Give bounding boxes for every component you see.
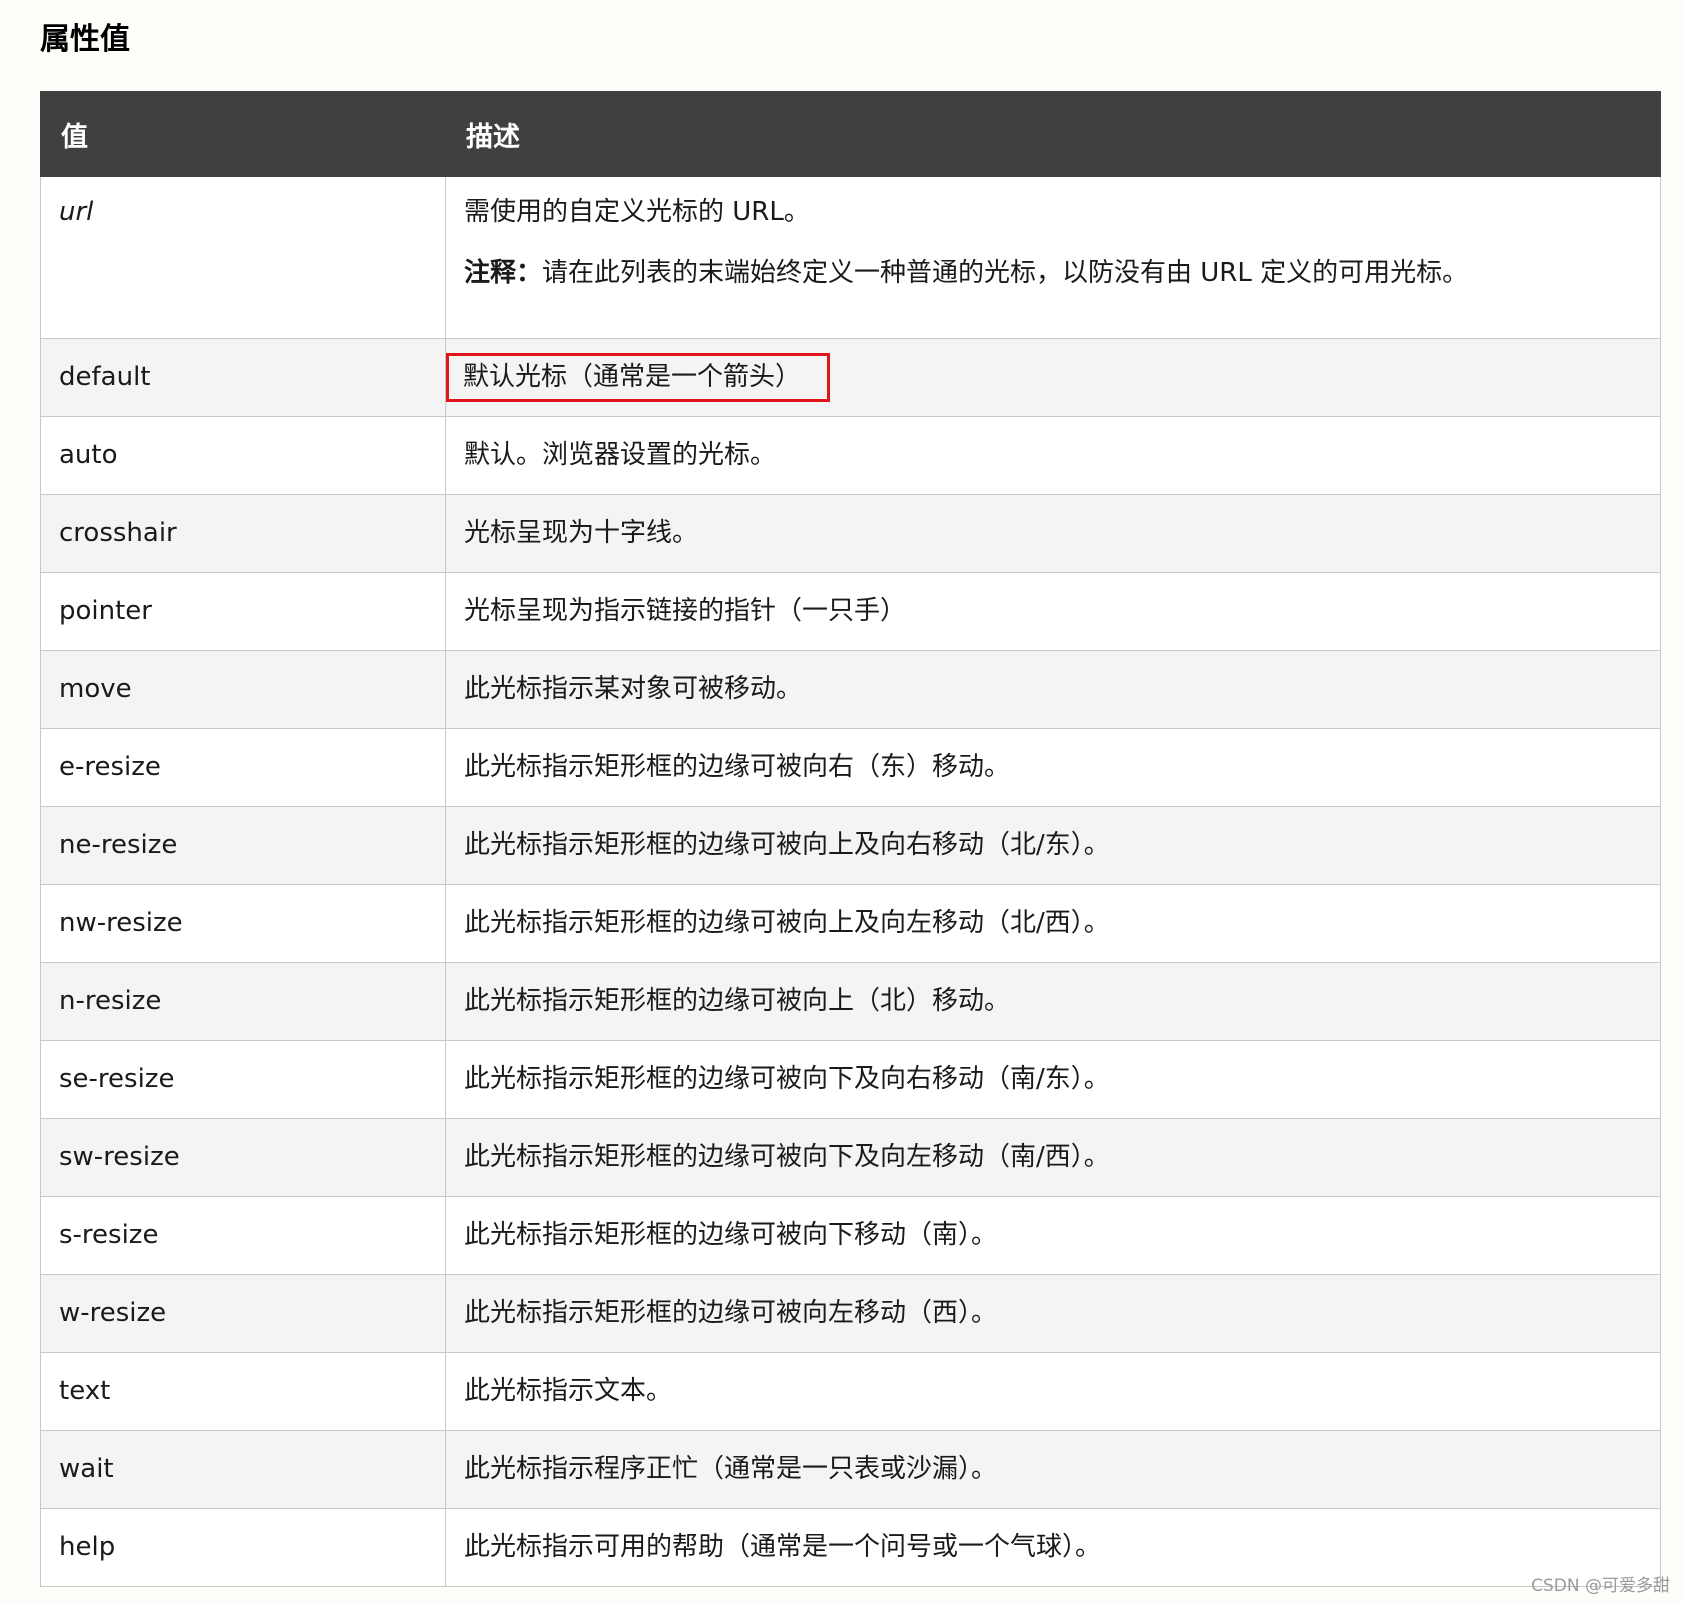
cell-description: 默认。浏览器设置的光标。: [445, 416, 1661, 495]
cell-description: 此光标指示矩形框的边缘可被向上及向左移动（北/西）。: [445, 884, 1661, 963]
table-row-w-resize: w-resize 此光标指示矩形框的边缘可被向左移动（西）。: [40, 1274, 1661, 1353]
cell-value: move: [40, 650, 446, 729]
cell-description: 此光标指示文本。: [445, 1352, 1661, 1431]
cell-description: 此光标指示程序正忙（通常是一只表或沙漏）。: [445, 1430, 1661, 1509]
table-row-help: help 此光标指示可用的帮助（通常是一个问号或一个气球）。: [40, 1508, 1661, 1587]
table-row-e-resize: e-resize 此光标指示矩形框的边缘可被向右（东）移动。: [40, 728, 1661, 807]
table-row-pointer: pointer 光标呈现为指示链接的指针（一只手）: [40, 572, 1661, 651]
cell-description: 此光标指示矩形框的边缘可被向下及向左移动（南/西）。: [445, 1118, 1661, 1197]
cell-value: default: [40, 338, 446, 417]
description-text: 默认光标（通常是一个箭头）: [463, 361, 802, 392]
cell-value: s-resize: [40, 1196, 446, 1275]
cell-description: 此光标指示矩形框的边缘可被向上及向右移动（北/东）。: [445, 806, 1661, 885]
cell-value: ne-resize: [40, 806, 446, 885]
cell-value: w-resize: [40, 1274, 446, 1353]
cell-value: sw-resize: [40, 1118, 446, 1197]
highlight-box: 默认光标（通常是一个箭头）: [446, 352, 831, 403]
cell-description: 此光标指示矩形框的边缘可被向上（北）移动。: [445, 962, 1661, 1041]
table-row-n-resize: n-resize 此光标指示矩形框的边缘可被向上（北）移动。: [40, 962, 1661, 1041]
table-row-se-resize: se-resize 此光标指示矩形框的边缘可被向下及向右移动（南/东）。: [40, 1040, 1661, 1119]
cell-description: 此光标指示某对象可被移动。: [445, 650, 1661, 729]
header-description: 描述: [445, 91, 1661, 177]
value-text: url: [59, 197, 94, 227]
cell-description: 此光标指示矩形框的边缘可被向下移动（南）。: [445, 1196, 1661, 1275]
table-row-text: text 此光标指示文本。: [40, 1352, 1661, 1431]
note-paragraph: 注释：请在此列表的末端始终定义一种普通的光标，以防没有由 URL 定义的可用光标…: [464, 258, 1468, 288]
cell-description: 此光标指示可用的帮助（通常是一个问号或一个气球）。: [445, 1508, 1661, 1587]
cell-description: 光标呈现为指示链接的指针（一只手）: [445, 572, 1661, 651]
cell-value: url: [40, 176, 446, 339]
cell-value: n-resize: [40, 962, 446, 1041]
table-row-move: move 此光标指示某对象可被移动。: [40, 650, 1661, 729]
watermark: CSDN @可爱多甜: [1531, 1576, 1670, 1596]
table-row-default: default 默认光标（通常是一个箭头）: [40, 338, 1661, 417]
cell-description: 此光标指示矩形框的边缘可被向左移动（西）。: [445, 1274, 1661, 1353]
cell-value: auto: [40, 416, 446, 495]
cell-description: 默认光标（通常是一个箭头）: [445, 338, 1661, 417]
cell-value: wait: [40, 1430, 446, 1509]
cell-value: nw-resize: [40, 884, 446, 963]
cell-value: text: [40, 1352, 446, 1431]
cell-value: crosshair: [40, 494, 446, 573]
page-title: 属性值: [40, 22, 130, 57]
description-text: 需使用的自定义光标的 URL。: [464, 197, 810, 227]
table-row-url: url 需使用的自定义光标的 URL。 注释：请在此列表的末端始终定义一种普通的…: [40, 176, 1661, 339]
cell-description: 需使用的自定义光标的 URL。 注释：请在此列表的末端始终定义一种普通的光标，以…: [445, 176, 1661, 339]
table-row-sw-resize: sw-resize 此光标指示矩形框的边缘可被向下及向左移动（南/西）。: [40, 1118, 1661, 1197]
cell-description: 此光标指示矩形框的边缘可被向右（东）移动。: [445, 728, 1661, 807]
table-row-crosshair: crosshair 光标呈现为十字线。: [40, 494, 1661, 573]
header-value: 值: [40, 91, 446, 177]
table-row-wait: wait 此光标指示程序正忙（通常是一只表或沙漏）。: [40, 1430, 1661, 1509]
table-row-auto: auto 默认。浏览器设置的光标。: [40, 416, 1661, 495]
table-row-nw-resize: nw-resize 此光标指示矩形框的边缘可被向上及向左移动（北/西）。: [40, 884, 1661, 963]
note-text: 请在此列表的末端始终定义一种普通的光标，以防没有由 URL 定义的可用光标。: [542, 258, 1469, 289]
note-label: 注释：: [464, 258, 543, 289]
cell-description: 此光标指示矩形框的边缘可被向下及向右移动（南/东）。: [445, 1040, 1661, 1119]
table-row-s-resize: s-resize 此光标指示矩形框的边缘可被向下移动（南）。: [40, 1196, 1661, 1275]
cell-value: pointer: [40, 572, 446, 651]
cell-value: help: [40, 1508, 446, 1587]
property-values-table: 值 描述 url 需使用的自定义光标的 URL。 注释：请在此列表的末端始终定义…: [40, 91, 1661, 1587]
cell-value: se-resize: [40, 1040, 446, 1119]
table-header-row: 值 描述: [40, 91, 1661, 177]
cell-description: 光标呈现为十字线。: [445, 494, 1661, 573]
cell-value: e-resize: [40, 728, 446, 807]
table-row-ne-resize: ne-resize 此光标指示矩形框的边缘可被向上及向右移动（北/东）。: [40, 806, 1661, 885]
